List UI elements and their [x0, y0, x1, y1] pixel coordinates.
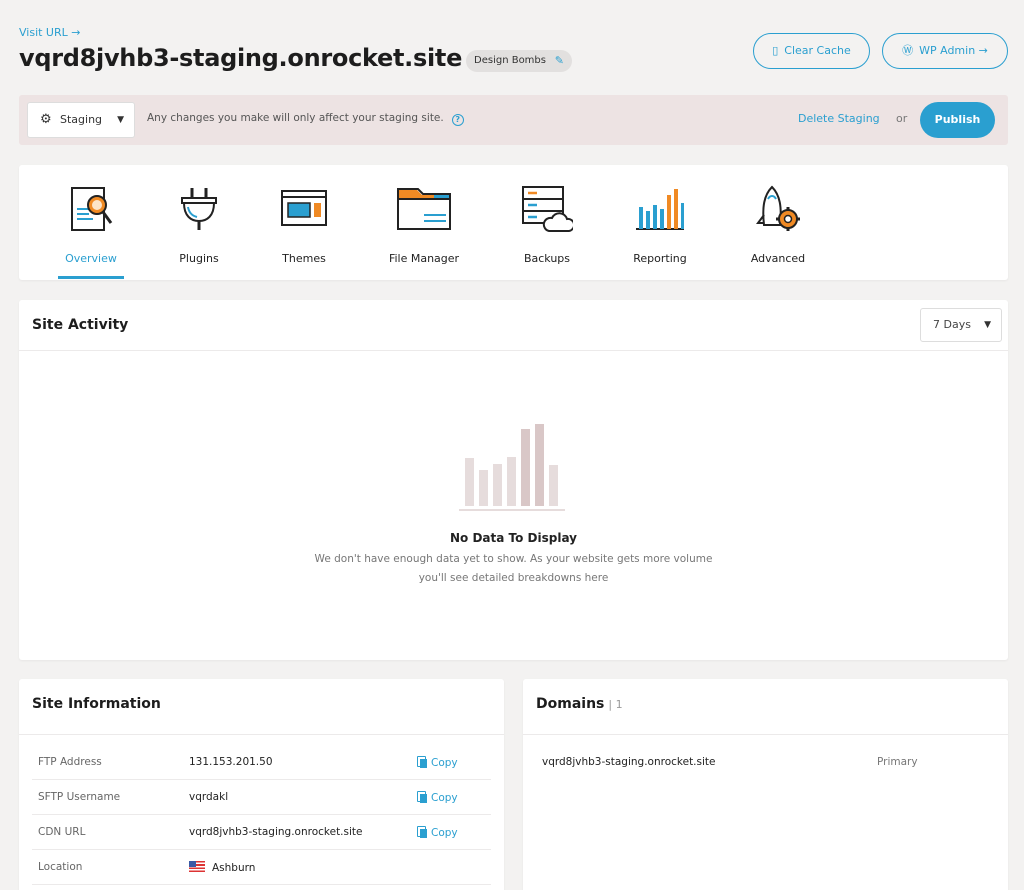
info-value: 131.153.201.50	[189, 756, 273, 768]
folder-icon	[397, 188, 451, 230]
copy-icon	[417, 756, 427, 768]
tab-plugins[interactable]: Plugins	[171, 165, 227, 280]
info-row-sftp: SFTP Username vqrdakl Copy	[32, 780, 491, 815]
tab-overview-label: Overview	[65, 252, 117, 265]
tab-overview[interactable]: Overview	[58, 165, 124, 280]
tab-backups-label: Backups	[523, 252, 571, 265]
staging-note: Any changes you make will only affect yo…	[147, 112, 464, 126]
wordpress-icon: Ⓦ	[902, 44, 914, 57]
info-value: Ashburn	[189, 861, 255, 874]
tab-themes[interactable]: Themes	[277, 165, 331, 280]
help-icon[interactable]: ?	[451, 114, 464, 126]
active-tab-indicator	[58, 276, 124, 279]
info-key: FTP Address	[38, 756, 102, 768]
tab-reporting[interactable]: Reporting	[627, 165, 693, 280]
copy-sftp-button[interactable]: Copy	[417, 791, 458, 804]
gear-icon: ⚙	[40, 112, 52, 127]
domains-header: Domains | 1	[523, 679, 1008, 735]
info-key: SFTP Username	[38, 791, 121, 803]
chevron-down-icon: ▼	[117, 115, 124, 125]
delete-staging-link[interactable]: Delete Staging	[798, 112, 880, 125]
rocket-gear-icon	[756, 185, 800, 231]
environment-select-value: Staging	[60, 113, 103, 126]
tab-file-manager[interactable]: File Manager	[384, 165, 464, 280]
trash-icon: ▯	[772, 44, 779, 57]
domains-card: Domains | 1 vqrd8jvhb3-staging.onrocket.s…	[523, 679, 1008, 890]
copy-cdn-button[interactable]: Copy	[417, 826, 458, 839]
themes-icon	[281, 190, 327, 226]
staging-banner: ⚙ Staging ▼ Any changes you make will on…	[19, 95, 1008, 145]
publish-button[interactable]: Publish	[920, 102, 995, 138]
site-information-card: Site Information FTP Address 131.153.201…	[19, 679, 504, 890]
info-value: vqrdakl	[189, 791, 229, 803]
site-activity-title: Site Activity	[32, 317, 129, 333]
staging-note-text: Any changes you make will only affect yo…	[147, 112, 444, 124]
copy-ftp-button[interactable]: Copy	[417, 756, 458, 769]
domains-title-text: Domains	[536, 696, 605, 712]
site-title: vqrd8jvhb3-staging.onrocket.site	[19, 44, 463, 72]
copy-label: Copy	[431, 827, 458, 839]
date-range-select[interactable]: 7 Days ▼	[920, 308, 1002, 342]
pencil-icon[interactable]: ✎	[555, 50, 564, 72]
backups-icon	[522, 186, 573, 232]
site-nav: Overview Plugins Themes File Manager Bac…	[19, 165, 1008, 280]
site-activity-header: Site Activity 7 Days ▼	[19, 300, 1008, 351]
tab-file-manager-label: File Manager	[388, 252, 460, 265]
site-information-header: Site Information	[19, 679, 504, 735]
info-row-cdn: CDN URL vqrd8jvhb3-staging.onrocket.site…	[32, 815, 491, 850]
plug-icon	[181, 188, 217, 230]
copy-label: Copy	[431, 757, 458, 769]
domain-type: Primary	[877, 756, 918, 768]
site-tag[interactable]: Design Bombs ✎	[466, 50, 572, 72]
us-flag-icon	[189, 861, 205, 872]
chevron-down-icon: ▼	[984, 320, 991, 330]
tab-reporting-label: Reporting	[633, 252, 687, 265]
environment-select[interactable]: ⚙ Staging ▼	[27, 102, 135, 138]
empty-state-title: No Data To Display	[449, 531, 578, 545]
tab-themes-label: Themes	[282, 252, 326, 265]
copy-label: Copy	[431, 792, 458, 804]
domains-title: Domains | 1	[536, 696, 623, 712]
location-value: Ashburn	[212, 862, 256, 874]
site-information-title: Site Information	[32, 696, 161, 712]
tab-advanced[interactable]: Advanced	[746, 165, 810, 280]
site-activity-card: Site Activity 7 Days ▼ No Data To Displa…	[19, 300, 1008, 660]
domains-count: | 1	[608, 698, 623, 711]
empty-chart-illustration	[459, 424, 565, 511]
overview-icon	[71, 187, 113, 231]
or-text: or	[896, 112, 908, 125]
clear-cache-button[interactable]: ▯ Clear Cache	[753, 33, 870, 69]
page-header: Visit URL → vqrd8jvhb3-staging.onrocket.…	[19, 26, 1008, 86]
date-range-value: 7 Days	[933, 318, 971, 331]
visit-url-link[interactable]: Visit URL →	[19, 26, 80, 39]
wp-admin-button[interactable]: Ⓦ WP Admin →	[882, 33, 1008, 69]
info-key: Location	[38, 861, 83, 873]
tab-advanced-label: Advanced	[750, 252, 806, 265]
info-row-location: Location Ashburn	[32, 850, 491, 885]
chart-icon	[636, 189, 684, 230]
info-key: CDN URL	[38, 826, 86, 838]
info-row-ftp: FTP Address 131.153.201.50 Copy	[32, 745, 491, 780]
copy-icon	[417, 791, 427, 803]
tab-backups[interactable]: Backups	[518, 165, 576, 280]
copy-icon	[417, 826, 427, 838]
domain-name: vqrd8jvhb3-staging.onrocket.site	[542, 756, 716, 768]
empty-state-description: We don't have enough data yet to show. A…	[314, 553, 713, 584]
wp-admin-label: WP Admin →	[919, 44, 988, 57]
clear-cache-label: Clear Cache	[784, 44, 851, 57]
info-value: vqrd8jvhb3-staging.onrocket.site	[189, 826, 363, 838]
site-tag-label: Design Bombs	[474, 55, 546, 66]
tab-plugins-label: Plugins	[179, 252, 219, 265]
